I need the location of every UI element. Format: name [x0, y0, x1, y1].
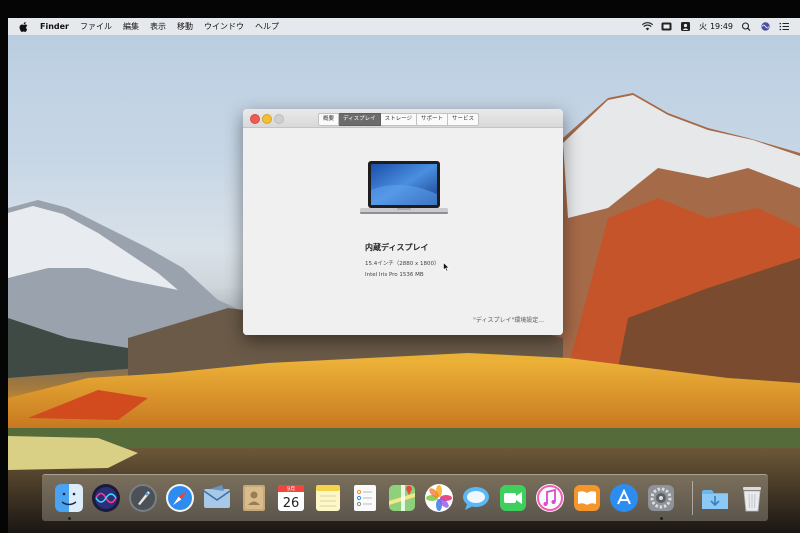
dock-trash[interactable] — [737, 483, 767, 513]
menu-window[interactable]: ウインドウ — [204, 21, 244, 32]
zoom-button — [274, 114, 284, 124]
trash-icon — [743, 487, 761, 512]
minimize-button[interactable] — [262, 114, 272, 124]
calendar-icon: 9月 26 — [278, 485, 304, 511]
mouse-cursor-icon — [443, 262, 450, 272]
status-area: 火 19:49 — [641, 18, 790, 35]
itunes-icon — [536, 484, 564, 512]
downloads-folder-icon — [702, 490, 728, 509]
input-method-icon[interactable] — [661, 22, 672, 31]
dock-system-preferences[interactable] — [646, 483, 676, 513]
tab-displays[interactable]: ディスプレイ — [339, 113, 381, 126]
dock-finder[interactable] — [54, 483, 84, 513]
menu-finder[interactable]: Finder — [40, 22, 69, 31]
dock-contacts[interactable] — [239, 483, 269, 513]
ibooks-icon — [574, 485, 600, 511]
app-store-icon — [610, 484, 638, 512]
display-graphics: Intel Iris Pro 1536 MB — [365, 272, 424, 278]
messages-icon — [463, 487, 489, 510]
dock-calendar[interactable]: 9月 26 — [276, 483, 306, 513]
user-icon[interactable] — [680, 22, 691, 31]
dock-safari[interactable] — [165, 483, 195, 513]
facetime-icon — [500, 485, 526, 511]
notes-icon — [316, 485, 340, 511]
wifi-icon[interactable] — [641, 22, 653, 31]
menubar-day: 火 — [698, 22, 707, 31]
desktop-screen: Finder ファイル 編集 表示 移動 ウインドウ ヘルプ 火 19:49 概… — [8, 18, 800, 533]
apple-menu-icon[interactable] — [18, 21, 30, 33]
tab-support[interactable]: サポート — [417, 113, 449, 126]
siri-menubar-icon[interactable] — [760, 22, 771, 31]
dock-reminders[interactable] — [350, 483, 380, 513]
dock-app-store[interactable] — [609, 483, 639, 513]
dock-launchpad[interactable] — [128, 483, 158, 513]
display-title: 内蔵ディスプレイ — [365, 243, 429, 252]
tab-service[interactable]: サービス — [448, 113, 480, 126]
menu-bar: Finder ファイル 編集 表示 移動 ウインドウ ヘルプ 火 19:49 — [8, 18, 800, 35]
macbook-pro-icon — [360, 161, 448, 214]
dock-ibooks[interactable] — [572, 483, 602, 513]
dock-photos[interactable] — [424, 483, 454, 513]
calendar-month: 9月 — [287, 487, 295, 493]
menu-edit[interactable]: 編集 — [123, 21, 139, 32]
finder-running-indicator — [68, 517, 71, 520]
dock-messages[interactable] — [461, 483, 491, 513]
tab-overview[interactable]: 概要 — [318, 113, 340, 126]
dock-downloads[interactable] — [700, 483, 730, 513]
maps-icon — [389, 485, 415, 511]
system-preferences-running-indicator — [660, 517, 663, 520]
dock-facetime[interactable] — [498, 483, 528, 513]
dock: 9月 26 — [42, 474, 768, 521]
reminders-icon — [354, 485, 376, 511]
finder-icon — [55, 484, 83, 512]
calendar-day: 26 — [283, 496, 300, 511]
dock-maps[interactable] — [387, 483, 417, 513]
dock-siri[interactable] — [91, 483, 121, 513]
menu-view[interactable]: 表示 — [150, 21, 166, 32]
display-resolution: 15.4インチ（2880 x 1800） — [365, 261, 440, 267]
system-preferences-icon — [648, 485, 674, 511]
menubar-clock[interactable]: 19:49 — [710, 22, 733, 31]
safari-icon — [166, 484, 194, 512]
photos-icon — [425, 484, 453, 512]
menu-go[interactable]: 移動 — [177, 21, 193, 32]
siri-icon — [92, 484, 120, 512]
about-this-mac-window: 概要 ディスプレイ ストレージ サポート サービス 内蔵ディスプレイ 15.4イ… — [243, 109, 563, 335]
tab-bar: 概要 ディスプレイ ストレージ サポート サービス — [318, 113, 480, 126]
window-titlebar[interactable]: 概要 ディスプレイ ストレージ サポート サービス — [243, 109, 563, 128]
menu-file[interactable]: ファイル — [80, 21, 112, 32]
display-preferences-button[interactable]: "ディスプレイ"環境設定... — [473, 315, 544, 324]
tab-storage[interactable]: ストレージ — [380, 113, 418, 126]
window-content: 内蔵ディスプレイ 15.4インチ（2880 x 1800） Intel Iris… — [243, 128, 563, 335]
menu-help[interactable]: ヘルプ — [255, 21, 279, 32]
contacts-icon — [243, 485, 265, 511]
dock-notes[interactable] — [313, 483, 343, 513]
mail-icon — [203, 485, 231, 508]
dock-separator — [692, 481, 693, 515]
close-button[interactable] — [250, 114, 260, 124]
dock-mail[interactable] — [202, 483, 232, 513]
dock-itunes[interactable] — [535, 483, 565, 513]
launchpad-icon — [129, 484, 157, 512]
notification-center-icon[interactable] — [779, 22, 790, 31]
spotlight-search-icon[interactable] — [741, 22, 752, 31]
